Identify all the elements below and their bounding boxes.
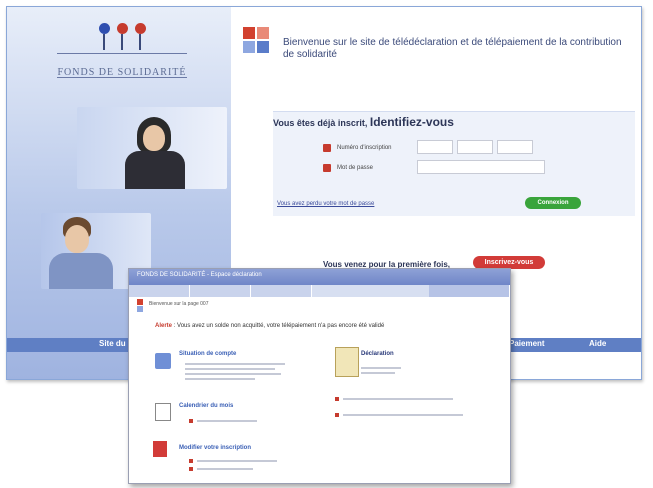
header-logo-square-icon [257,41,269,53]
connect-button[interactable]: Connexion [525,197,581,209]
front-nav [129,285,510,297]
fonds-logo: FONDS DE SOLIDARITÉ [47,17,197,87]
login-title-prefix: Vous êtes déjà inscrit, [273,118,368,128]
dashboard-screenshot: FONDS DE SOLIDARITÉ - Espace déclaration… [128,268,511,484]
header-logo-square-icon [243,41,255,53]
id-input-part-2[interactable] [457,140,493,154]
id-field-icon [323,144,331,152]
front-logo-icon [137,306,143,312]
bullet-icon [335,397,339,401]
shirt-icon [49,253,113,289]
forgot-password-link[interactable]: Vous avez perdu votre mot de passe [277,201,374,207]
logo-ring-blue-icon [99,23,110,34]
section-modify-title[interactable]: Modifier votre inscription [179,445,251,451]
front-subheader: Bienvenue sur la page 007 [149,301,209,307]
id-input-part-1[interactable] [417,140,453,154]
face-icon [143,125,165,151]
logo-ring-red-icon [117,23,128,34]
section-calendar-title[interactable]: Calendrier du mois [179,403,233,409]
password-field-icon [323,164,331,172]
id-input-part-3[interactable] [497,140,533,154]
jacket-icon [125,151,185,189]
text-line [185,363,285,365]
text-line [185,378,255,380]
alert-label: Alerte [155,323,173,329]
text-line [361,372,395,374]
text-line [343,414,463,416]
footer-left-text[interactable]: Site du [99,339,126,348]
logo-stem-icon [139,34,141,50]
front-nav-tab[interactable] [190,285,251,297]
bullet-icon [189,459,193,463]
section-account-title[interactable]: Situation de compte [179,351,236,357]
face-icon [65,225,89,253]
calendar-icon [155,403,171,421]
footer-middle-link[interactable]: Paiement [509,339,545,348]
text-line [185,373,281,375]
section-declaration-title[interactable]: Déclaration [361,351,394,357]
front-nav-tab[interactable] [129,285,190,297]
front-logo-icon [137,299,143,305]
front-topbar: FONDS DE SOLIDARITÉ - Espace déclaration [129,269,510,285]
logo-ring-red2-icon [135,23,146,34]
welcome-text: Bienvenue sur le site de télédéclaration… [283,37,622,60]
alert-text: : Vous avez un solde non acquitté, votre… [173,323,385,329]
front-nav-tab[interactable] [251,285,312,297]
login-title: Vous êtes déjà inscrit, Identifiez-vous [273,115,454,129]
text-line [361,367,401,369]
bullet-icon [335,413,339,417]
front-alert: Alerte : Vous avez un solde non acquitté… [155,323,384,329]
text-line [343,398,453,400]
logo-rule [57,53,187,54]
text-line [197,420,257,422]
logo-stem-icon [103,34,105,50]
logo-text: FONDS DE SOLIDARITÉ [57,67,187,78]
declaration-icon [335,347,359,377]
front-topbar-title: FONDS DE SOLIDARITÉ - Espace déclaration [137,272,262,278]
photo-woman [77,107,227,189]
password-input[interactable] [417,160,545,174]
header-logo-square-icon [243,27,255,39]
text-line [197,460,277,462]
password-field-label: Mot de passe [337,165,374,171]
footer-help-link[interactable]: Aide [589,339,606,348]
login-title-main: Identifiez-vous [369,115,454,129]
text-line [185,368,275,370]
bullet-icon [189,467,193,471]
front-nav-tab[interactable] [429,285,510,297]
text-line [197,468,253,470]
id-field-label: Numéro d'inscription [337,145,392,151]
header-logo-square-icon [257,27,269,39]
modify-icon [153,441,167,457]
account-icon [155,353,171,369]
bullet-icon [189,419,193,423]
logo-stem-icon [121,34,123,50]
